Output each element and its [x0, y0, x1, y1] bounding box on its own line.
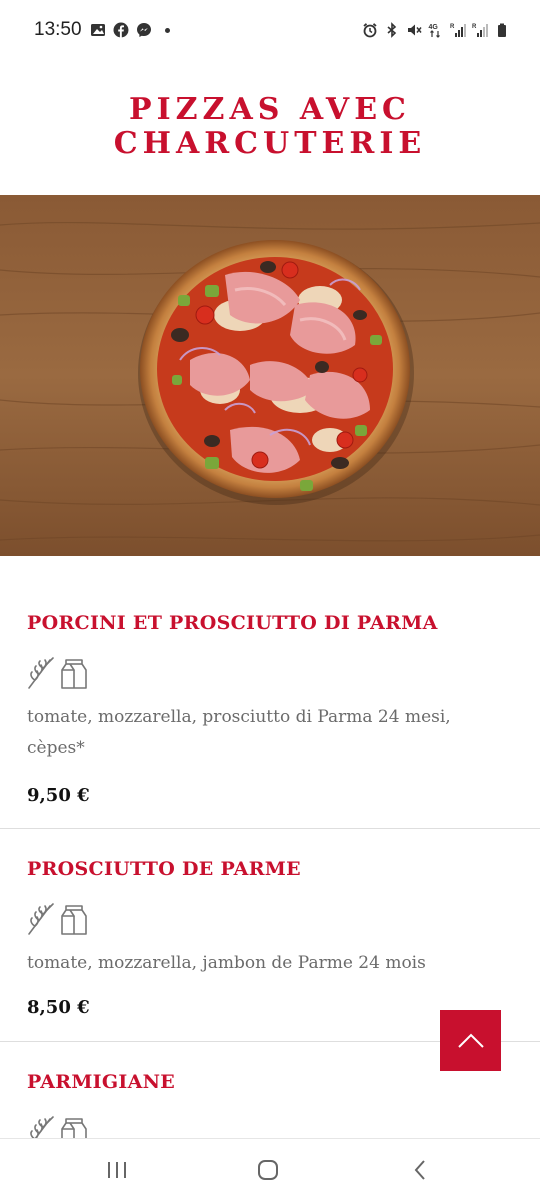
status-bar: 13:50 4G R R	[0, 0, 540, 60]
battery-icon	[498, 23, 506, 37]
item-name: PROSCIUTTO DE PARME	[27, 858, 301, 880]
item-description: tomate, mozzarella, prosciutto di Parma …	[27, 707, 451, 758]
milk-icon	[61, 1118, 87, 1138]
svg-text:R: R	[472, 24, 477, 30]
status-time: 13:50	[34, 19, 82, 40]
allergen-icons	[26, 1115, 88, 1138]
signal-icon: R	[450, 24, 466, 37]
allergen-icons	[26, 656, 88, 690]
status-left-icons	[90, 20, 170, 40]
gluten-icon	[28, 903, 54, 935]
pizza-photo	[0, 195, 540, 556]
recent-apps-button[interactable]	[102, 1155, 132, 1185]
allergen-icons	[26, 902, 88, 936]
bluetooth-icon	[387, 22, 397, 38]
facebook-icon	[113, 22, 129, 38]
svg-text:4G: 4G	[429, 24, 439, 31]
back-button[interactable]	[405, 1155, 435, 1185]
gluten-icon	[30, 1116, 54, 1138]
scroll-to-top-button[interactable]	[440, 1010, 501, 1071]
item-price: 9,50 €	[27, 785, 90, 806]
milk-icon	[61, 659, 87, 689]
item-name: PORCINI ET PROSCIUTTO DI PARMA	[27, 612, 438, 634]
notification-dot-icon	[165, 27, 170, 33]
item-description: tomate, mozzarella, jambon de Parme 24 m…	[27, 953, 426, 973]
chevron-up-icon	[457, 1033, 484, 1048]
navigation-bar	[0, 1138, 540, 1200]
recent-apps-icon	[108, 1162, 126, 1178]
page-title: PIZZAS AVEC CHARCUTERIE	[113, 92, 427, 161]
messenger-icon	[137, 23, 151, 37]
gluten-icon	[28, 657, 54, 689]
item-price: 8,50 €	[27, 997, 90, 1018]
4g-data-icon: 4G	[429, 24, 440, 38]
item-name: PARMIGIANE	[27, 1071, 176, 1093]
status-right-icons: 4G R R	[362, 20, 510, 40]
gallery-icon	[91, 24, 105, 36]
signal-icon: R	[472, 24, 488, 37]
home-icon	[258, 1160, 278, 1180]
milk-icon	[61, 905, 87, 935]
svg-text:R: R	[450, 24, 455, 30]
alarm-icon	[363, 23, 377, 38]
menu-item[interactable]: PORCINI ET PROSCIUTTO DI PARMA tomate, m…	[0, 556, 540, 829]
back-icon	[414, 1160, 425, 1180]
mute-icon	[408, 24, 422, 36]
home-button[interactable]	[253, 1155, 283, 1185]
